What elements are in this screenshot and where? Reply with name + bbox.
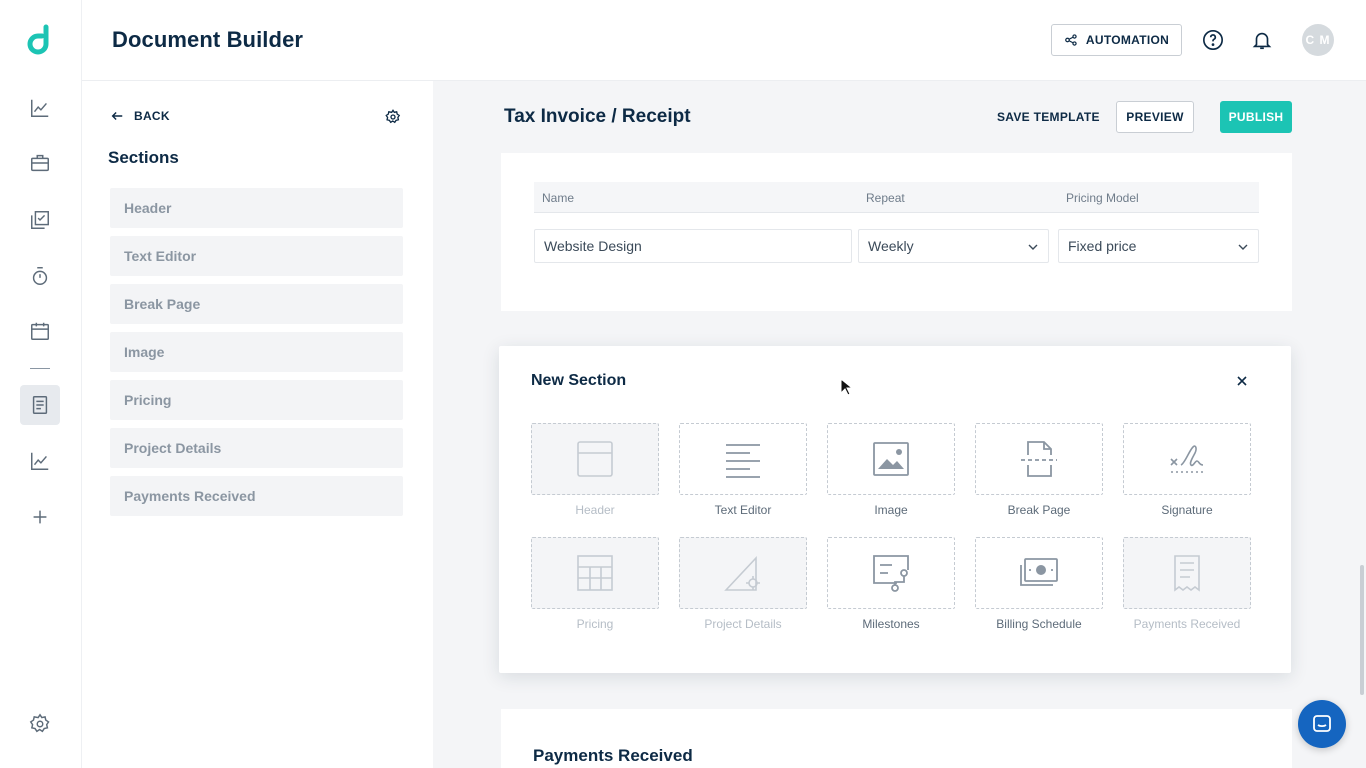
close-icon[interactable] [1236, 375, 1248, 387]
tile-header[interactable] [531, 423, 659, 495]
help-icon[interactable] [1202, 29, 1224, 51]
share-nodes-icon [1065, 34, 1077, 46]
section-item-break-page[interactable]: Break Page [110, 284, 403, 324]
tile-label-break-page: Break Page [1007, 503, 1071, 517]
add-icon[interactable] [20, 497, 60, 537]
tile-billing-schedule[interactable] [975, 537, 1103, 609]
section-item-pricing[interactable]: Pricing [110, 380, 403, 420]
back-button[interactable]: BACK [110, 109, 170, 123]
payments-received-icon [1174, 555, 1200, 592]
pricing-model-select[interactable]: Fixed price [1058, 229, 1259, 263]
pricing-model-value: Fixed price [1068, 238, 1137, 254]
chevron-down-icon [1028, 244, 1038, 250]
document-title: Tax Invoice / Receipt [504, 106, 691, 127]
tile-label-header: Header [575, 503, 615, 517]
project-name-input[interactable]: Website Design [534, 229, 852, 263]
tile-pricing[interactable] [531, 537, 659, 609]
tile-break-page[interactable] [975, 423, 1103, 495]
rail-divider [30, 368, 50, 369]
chat-support-button[interactable] [1298, 700, 1346, 748]
tile-label-signature: Signature [1161, 503, 1213, 517]
calendar-icon[interactable] [20, 311, 60, 351]
tile-label-pricing: Pricing [576, 617, 614, 631]
modal-title: New Section [531, 372, 627, 389]
project-details-icon [724, 555, 760, 591]
tile-text-editor[interactable] [679, 423, 807, 495]
section-settings-gear-icon[interactable] [385, 109, 401, 125]
briefcase-icon[interactable] [20, 143, 60, 183]
timer-icon[interactable] [20, 256, 60, 296]
image-icon [873, 442, 909, 476]
section-item-header[interactable]: Header [110, 188, 403, 228]
section-item-project-details[interactable]: Project Details [110, 428, 403, 468]
tile-milestones[interactable] [827, 537, 955, 609]
notifications-bell-icon[interactable] [1251, 29, 1273, 51]
milestones-icon [873, 555, 909, 592]
app-logo-icon[interactable] [24, 24, 56, 56]
tile-signature[interactable] [1123, 423, 1251, 495]
sections-panel: BACK Sections Header Text Editor Break P… [82, 81, 433, 768]
arrow-left-icon [111, 112, 123, 120]
column-header-pricing-model: Pricing Model [1066, 191, 1139, 205]
section-item-image[interactable]: Image [110, 332, 403, 372]
sections-heading: Sections [108, 148, 179, 167]
new-section-modal: New Section Header Text Editor Image Bre… [499, 346, 1291, 673]
page-scrollbar[interactable] [1360, 565, 1364, 695]
automation-label: AUTOMATION [1085, 33, 1170, 47]
page-title: Document Builder [112, 27, 304, 52]
tile-label-text-editor: Text Editor [714, 503, 772, 517]
section-item-text-editor[interactable]: Text Editor [110, 236, 403, 276]
tile-label-project-details: Project Details [704, 617, 782, 631]
section-list: Header Text Editor Break Page Image Pric… [110, 188, 403, 524]
billing-schedule-icon [1020, 558, 1058, 586]
pricing-icon [577, 555, 613, 591]
project-table-header: Name Repeat Pricing Model [534, 182, 1259, 213]
tasks-icon[interactable] [20, 200, 60, 240]
settings-icon[interactable] [20, 704, 60, 744]
project-details-card: Name Repeat Pricing Model Website Design… [501, 153, 1292, 311]
tile-label-billing-schedule: Billing Schedule [996, 617, 1082, 631]
column-header-name: Name [542, 191, 575, 205]
chat-icon [1313, 715, 1331, 732]
tile-project-details[interactable] [679, 537, 807, 609]
tile-image[interactable] [827, 423, 955, 495]
chevron-down-icon [1238, 244, 1248, 250]
tile-payments-received[interactable] [1123, 537, 1251, 609]
column-header-repeat: Repeat [866, 191, 905, 205]
repeat-value: Weekly [868, 238, 914, 254]
repeat-select[interactable]: Weekly [858, 229, 1049, 263]
break-page-icon [1021, 441, 1057, 477]
reports-icon[interactable] [20, 441, 60, 481]
tile-label-milestones: Milestones [862, 617, 920, 631]
back-label: BACK [134, 109, 170, 123]
documents-icon[interactable] [20, 385, 60, 425]
header-icon [577, 441, 613, 477]
top-header: Document Builder AUTOMATION C M [82, 0, 1366, 81]
automation-button[interactable]: AUTOMATION [1051, 24, 1182, 56]
payments-received-card: Payments Received [501, 709, 1292, 768]
analytics-icon[interactable] [20, 88, 60, 128]
payments-received-title: Payments Received [533, 746, 693, 765]
tile-label-image: Image [874, 503, 908, 517]
section-item-payments-received[interactable]: Payments Received [110, 476, 403, 516]
preview-button[interactable]: PREVIEW [1116, 101, 1194, 133]
signature-icon [1170, 445, 1204, 473]
user-avatar[interactable]: C M [1302, 24, 1334, 56]
save-template-button[interactable]: SAVE TEMPLATE [997, 110, 1100, 124]
mouse-cursor-icon [840, 378, 852, 396]
publish-button[interactable]: PUBLISH [1220, 101, 1292, 133]
left-nav-rail [0, 0, 82, 768]
text-editor-icon [726, 444, 760, 478]
tile-label-payments-received: Payments Received [1133, 617, 1241, 631]
